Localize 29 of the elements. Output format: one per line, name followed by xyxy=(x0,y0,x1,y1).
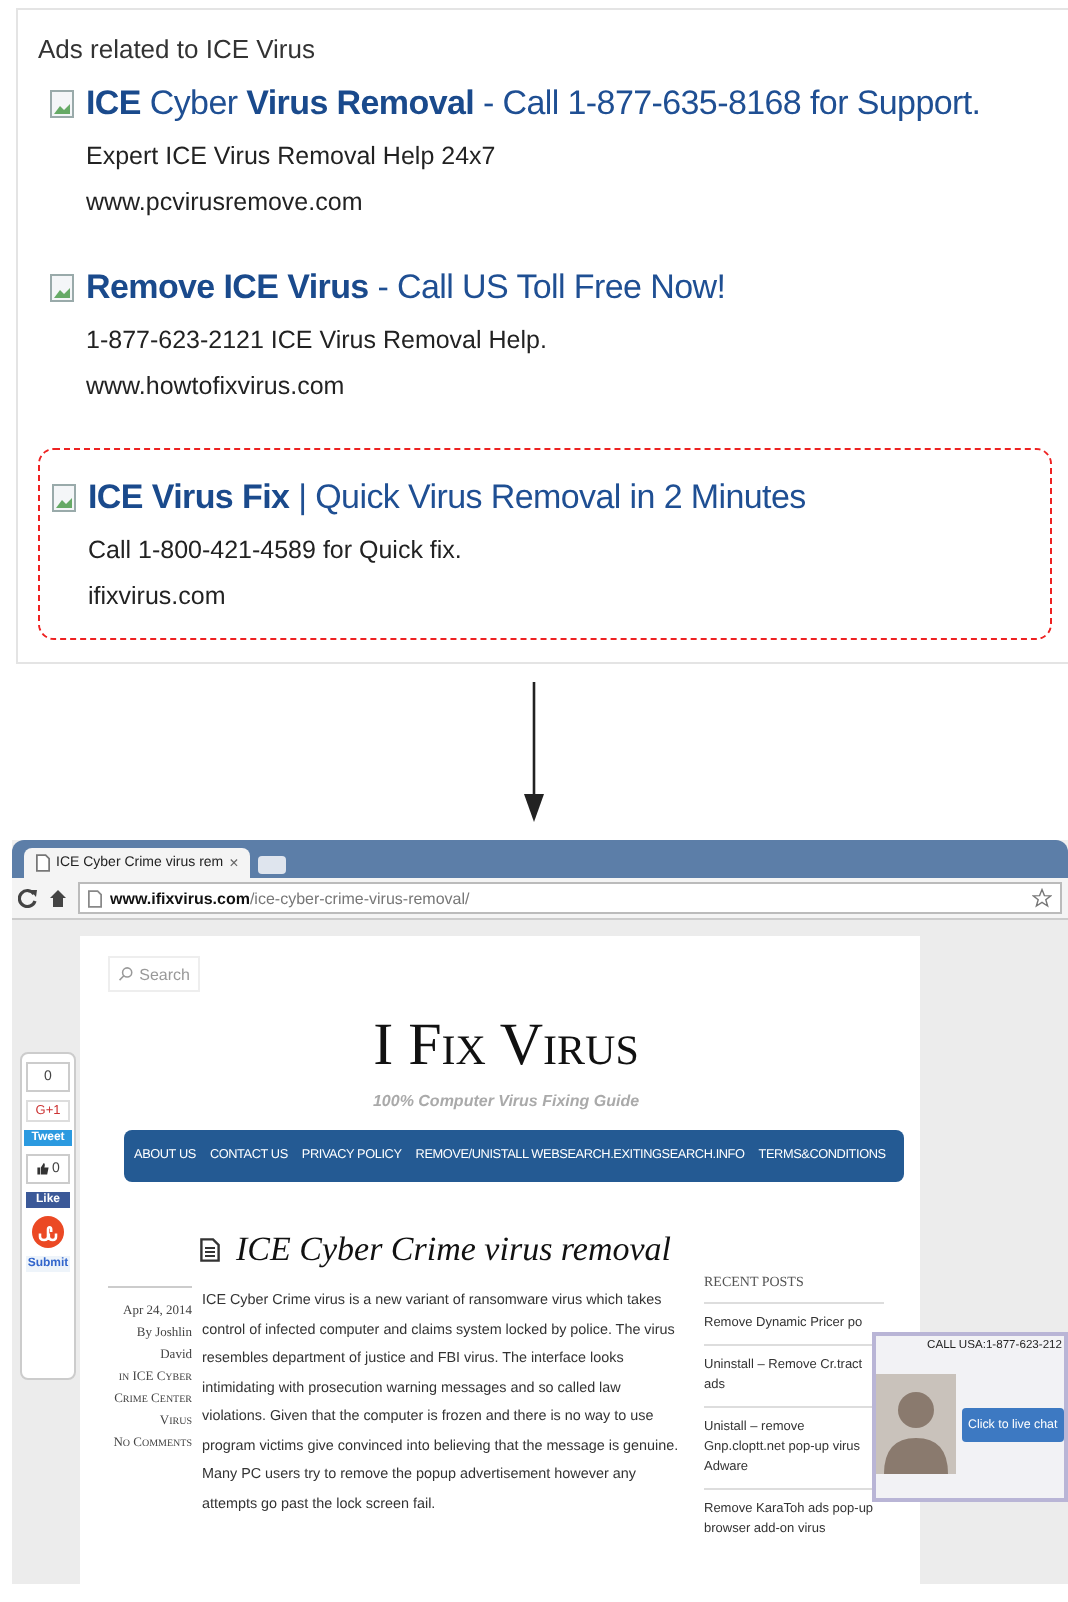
home-icon[interactable] xyxy=(48,888,68,908)
site-tagline: 100% Computer Virus Fixing Guide xyxy=(370,1092,642,1110)
search-icon xyxy=(118,966,134,982)
ad-title-link[interactable]: ICE Cyber Virus Removal - Call 1-877-635-8168 for Support. xyxy=(86,84,981,124)
ad-description: Expert ICE Virus Removal Help 24x7 xyxy=(86,142,498,170)
reload-icon[interactable] xyxy=(18,888,38,908)
stumbleupon-icon[interactable] xyxy=(32,1216,64,1248)
article-title: ICE Cyber Crime virus removal xyxy=(236,1230,672,1270)
close-tab-button[interactable]: × xyxy=(229,854,239,872)
address-field[interactable]: www.ifixvirus.com/ice-cyber-crime-virus-removal/ xyxy=(78,882,1062,914)
page-icon xyxy=(88,889,102,907)
down-arrow xyxy=(522,680,546,824)
ad-title-link[interactable]: Remove ICE Virus - Call US Toll Free Now! xyxy=(86,268,726,308)
ad-url: ifixvirus.com xyxy=(88,582,228,610)
image-icon xyxy=(52,484,76,512)
star-icon[interactable] xyxy=(1032,888,1052,908)
image-icon xyxy=(50,90,74,118)
thumbs-up-icon xyxy=(36,1162,51,1176)
ads-heading: Ads related to ICE Virus xyxy=(38,34,317,64)
image-icon xyxy=(50,274,74,302)
ad-description: 1-877-623-2121 ICE Virus Removal Help. xyxy=(86,326,549,354)
ad-description: Call 1-800-421-4589 for Quick fix. xyxy=(88,536,464,564)
ad-url: www.howtofixvirus.com xyxy=(86,372,347,400)
document-icon xyxy=(200,1238,220,1262)
page-icon xyxy=(36,854,50,872)
site-title[interactable]: I Fix Virus xyxy=(108,1012,904,1080)
ad-title-link[interactable]: ICE Virus Fix | Quick Virus Removal in 2 Minutes xyxy=(88,478,806,518)
ad-url: www.pcvirusremove.com xyxy=(86,188,365,216)
new-tab-button[interactable] xyxy=(258,856,287,874)
